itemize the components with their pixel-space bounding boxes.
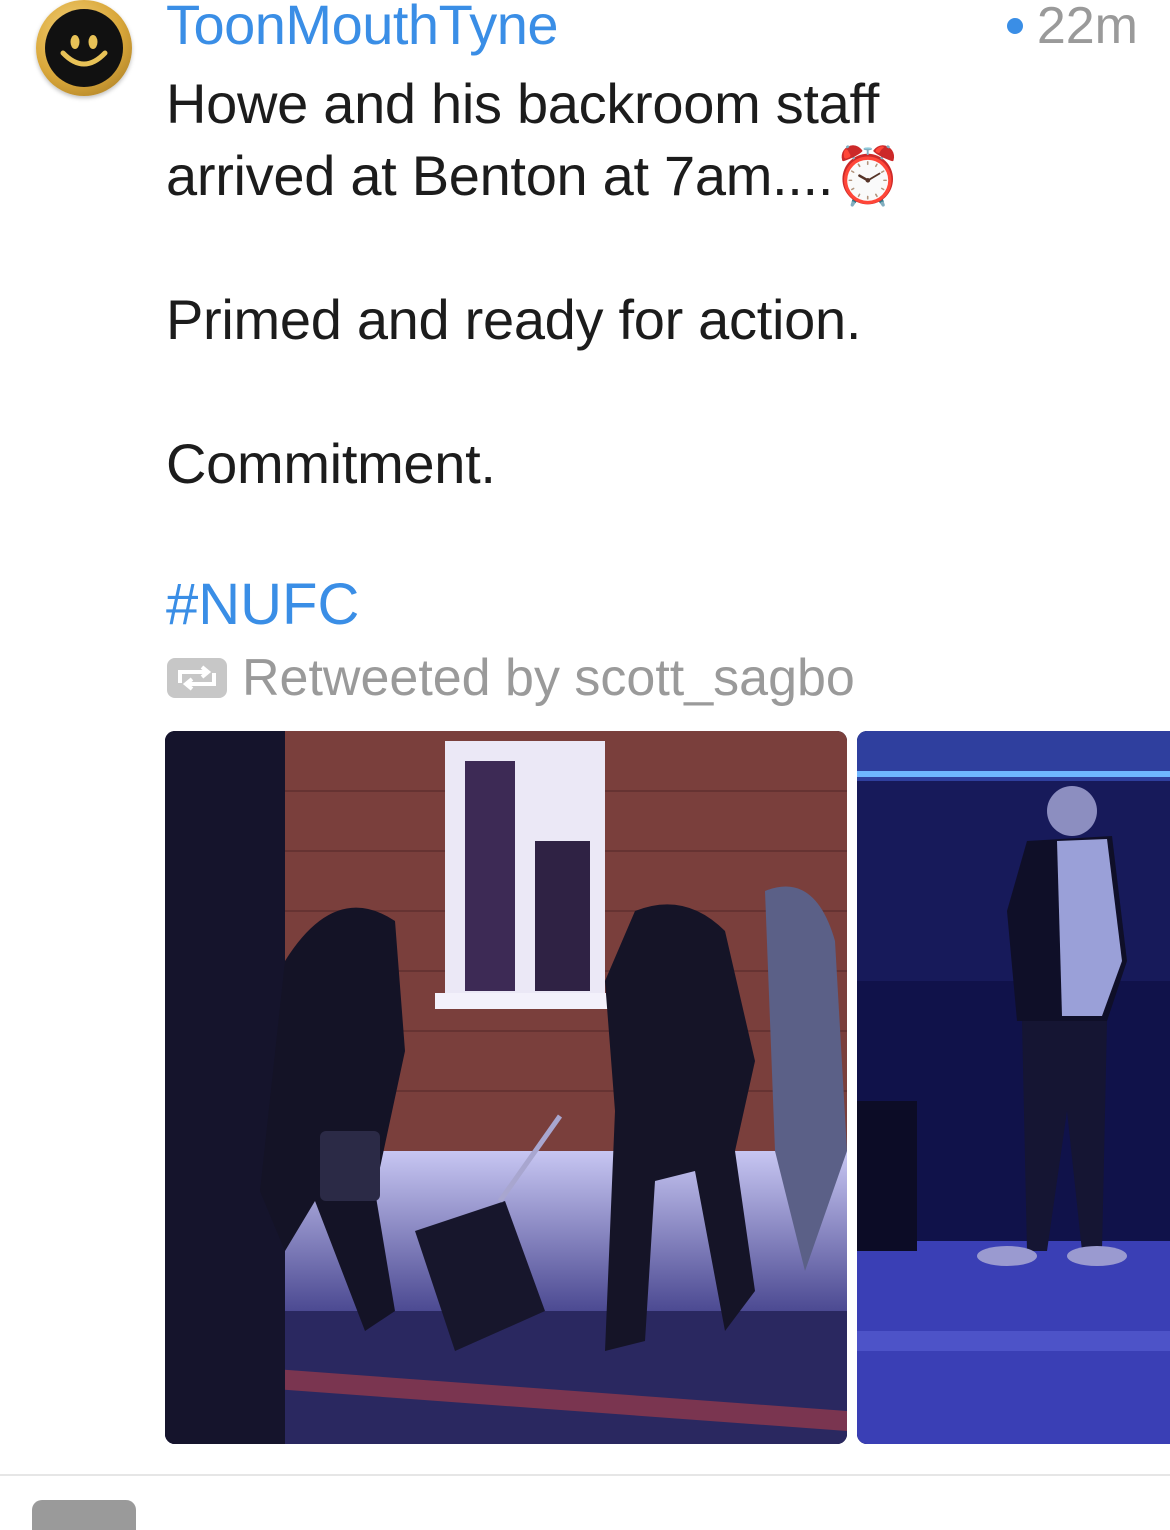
retweet-label: Retweeted by scott_sagbo [242, 649, 855, 707]
unread-dot-icon [1006, 18, 1023, 34]
tweet-line: Howe and his backroom staff [166, 72, 880, 135]
photo-people-with-luggage [165, 731, 847, 1444]
next-tweet-avatar[interactable] [32, 1500, 136, 1530]
tweet-line: arrived at Benton at 7am....⏰ [166, 144, 903, 207]
tweet-photo[interactable] [165, 731, 847, 1444]
smiley-face-icon [45, 9, 123, 87]
retweet-attribution[interactable]: Retweeted by scott_sagbo [166, 648, 855, 708]
retweet-icon [167, 658, 227, 698]
tweet-photo[interactable] [857, 731, 1170, 1444]
author-name[interactable]: ToonMouthTyne [166, 0, 558, 57]
tweet-divider [0, 1474, 1170, 1476]
hashtag-link[interactable]: #NUFC [166, 571, 359, 638]
tweet-line: Primed and ready for action. [166, 288, 862, 351]
tweet-timestamp: 22m [1006, 0, 1138, 56]
author-avatar[interactable] [36, 0, 132, 96]
photo-man-walking [857, 731, 1170, 1444]
tweet-line: Commitment. [166, 432, 496, 495]
timestamp-text: 22m [1036, 0, 1138, 55]
tweet-body: Howe and his backroom staff arrived at B… [166, 68, 1116, 500]
